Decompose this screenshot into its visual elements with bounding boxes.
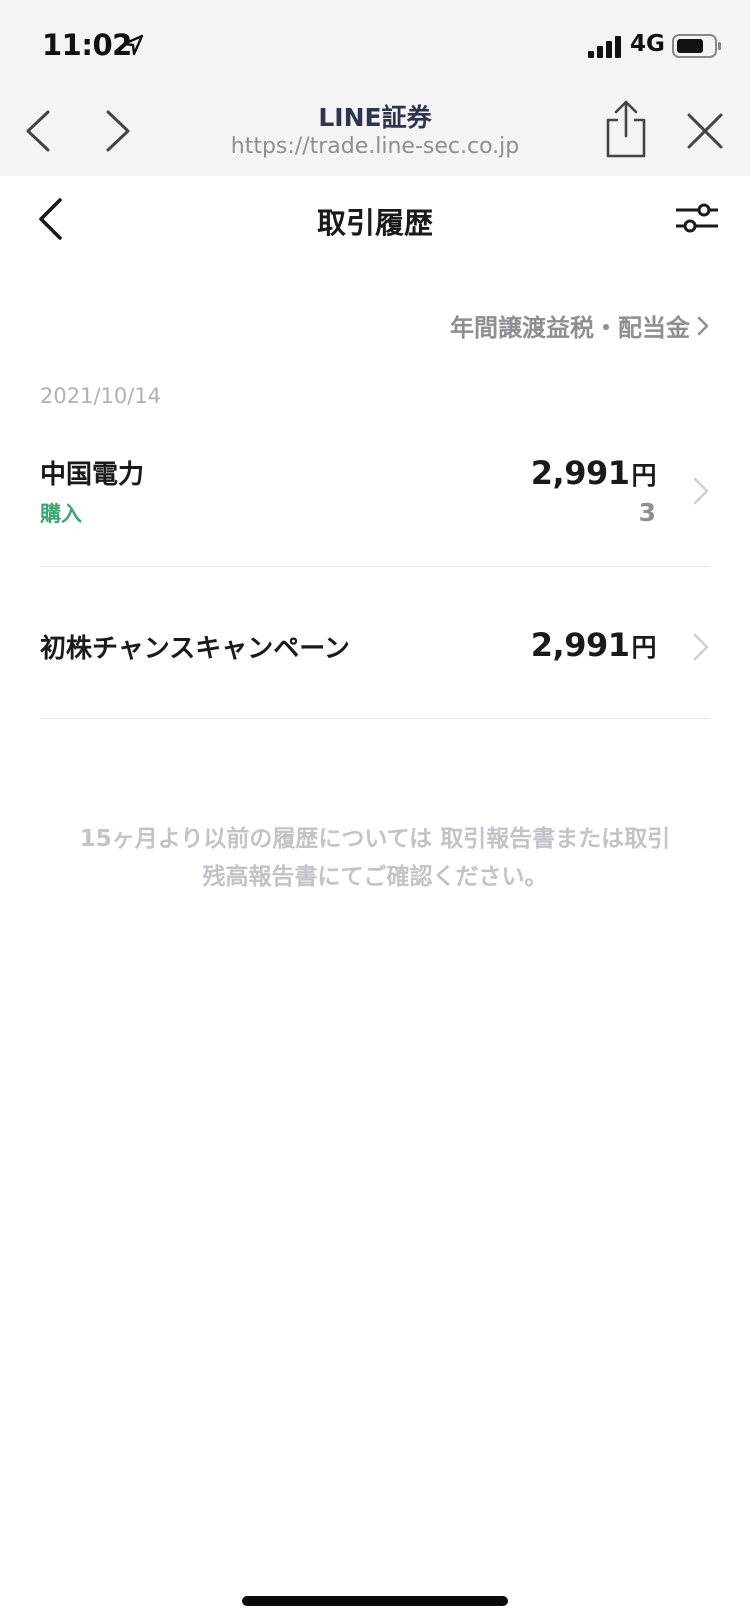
currency-label: 円 — [631, 633, 656, 662]
transaction-amount: 2,991円 — [530, 626, 657, 664]
transaction-type: 購入 — [40, 502, 82, 526]
transaction-amount: 2,991円 — [530, 454, 657, 492]
annual-link-label: 年間譲渡益税・配当金 — [450, 314, 690, 342]
site-url[interactable]: https://trade.line-sec.co.jp — [175, 134, 575, 159]
page-back-icon[interactable] — [36, 196, 66, 242]
status-time: 11:02 — [42, 28, 132, 62]
amount-value: 2,991 — [530, 454, 630, 492]
browser-chrome: 11:02 4G LINE証券 https://trade.line-sec.c… — [0, 0, 750, 176]
screen: 11:02 4G LINE証券 https://trade.line-sec.c… — [0, 0, 750, 1624]
site-title: LINE証券 — [318, 103, 432, 132]
chevron-right-icon — [693, 633, 709, 661]
transaction-quantity: 3 — [638, 498, 656, 527]
transaction-row[interactable]: 初株チャンスキャンペーン 2,991円 — [40, 620, 710, 676]
history-notice: 15ヶ月より以前の履歴については 取引報告書または取引 残高報告書にてご確認くだ… — [60, 820, 690, 896]
page-title: 取引履歴 — [316, 206, 433, 240]
annual-tax-dividend-link[interactable]: 年間譲渡益税・配当金 — [450, 308, 710, 343]
battery-icon — [672, 34, 721, 58]
location-arrow-icon — [122, 34, 144, 56]
forward-icon[interactable] — [102, 108, 134, 154]
divider — [40, 566, 710, 567]
home-indicator[interactable] — [242, 1596, 508, 1606]
transaction-row[interactable]: 中国電力 購入 2,991円 3 — [40, 448, 710, 548]
chevron-right-icon — [693, 477, 709, 505]
currency-label: 円 — [631, 461, 656, 490]
filter-icon[interactable] — [674, 202, 720, 234]
signal-icon — [588, 36, 621, 58]
share-icon[interactable] — [604, 100, 648, 158]
transaction-name: 中国電力 — [40, 460, 145, 490]
date-label: 2021/10/14 — [40, 384, 162, 408]
divider — [40, 718, 710, 719]
transaction-name: 初株チャンスキャンペーン — [40, 634, 350, 664]
back-icon[interactable] — [22, 108, 54, 154]
network-label: 4G — [630, 31, 665, 57]
amount-value: 2,991 — [530, 626, 630, 664]
close-icon[interactable] — [686, 112, 724, 150]
notice-line-1: 15ヶ月より以前の履歴については 取引報告書または取引 — [79, 826, 671, 852]
notice-line-2: 残高報告書にてご確認ください。 — [202, 864, 548, 890]
chevron-right-icon — [697, 316, 709, 335]
